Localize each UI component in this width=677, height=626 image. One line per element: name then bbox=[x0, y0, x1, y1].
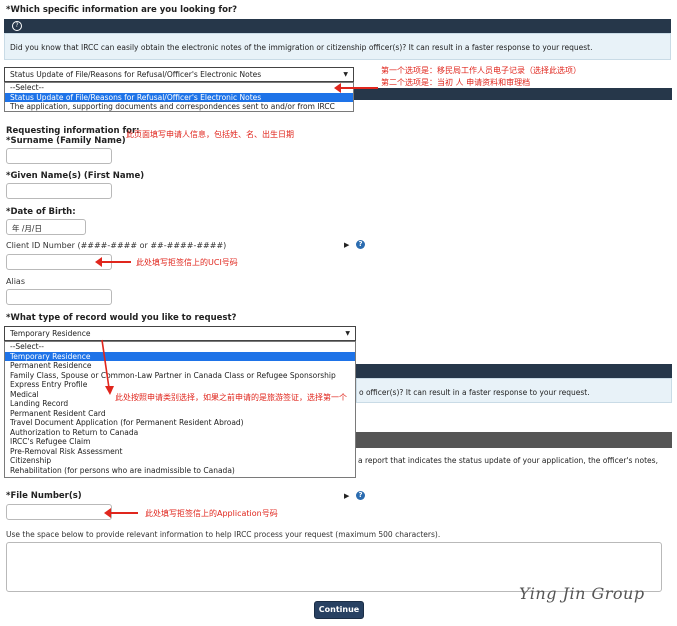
record-type-heading: *What type of record would you like to r… bbox=[6, 313, 237, 323]
record-type-select-value: Temporary Residence bbox=[10, 329, 91, 338]
dropdown-option[interactable]: --Select-- bbox=[5, 342, 355, 352]
info-text-behind: o officer(s)? It can result in a faster … bbox=[359, 388, 590, 397]
file-number-input[interactable] bbox=[6, 504, 112, 520]
given-name-label: *Given Name(s) (First Name) bbox=[6, 171, 145, 181]
record-type-select[interactable]: Temporary Residence ▼ bbox=[4, 326, 356, 341]
section-bar-behind bbox=[356, 432, 672, 448]
specific-info-select-value: Status Update of File/Reasons for Refusa… bbox=[10, 70, 262, 79]
dropdown-option[interactable]: Permanent Resident Card bbox=[5, 409, 355, 419]
dropdown-option[interactable]: Pre-Removal Risk Assessment bbox=[5, 447, 355, 457]
help-icon[interactable]: ? bbox=[356, 240, 365, 249]
header-bar-behind bbox=[354, 88, 672, 100]
annotation-arrow-icon bbox=[104, 508, 138, 518]
annotation-option2: 第二个选项是：当初 人 申请资料和审理档 bbox=[381, 78, 531, 87]
info-text: Did you know that IRCC can easily obtain… bbox=[10, 43, 593, 52]
expand-triangle-icon[interactable]: ▶ bbox=[344, 492, 349, 500]
dropdown-option[interactable]: The application, supporting documents an… bbox=[5, 102, 353, 112]
chevron-down-icon: ▼ bbox=[343, 71, 348, 78]
expand-triangle-icon[interactable]: ▶ bbox=[344, 241, 349, 249]
dropdown-option[interactable]: Permanent Residence bbox=[5, 361, 355, 371]
alias-input[interactable] bbox=[6, 289, 112, 305]
dropdown-option[interactable]: IRCC's Refugee Claim bbox=[5, 437, 355, 447]
chevron-down-icon: ▼ bbox=[345, 330, 350, 337]
dropdown-option[interactable]: Express Entry Profile bbox=[5, 380, 355, 390]
brand-watermark: Ying Jin Group bbox=[519, 584, 645, 603]
dropdown-option[interactable]: Authorization to Return to Canada bbox=[5, 428, 355, 438]
requesting-label: Requesting information for: bbox=[6, 126, 140, 136]
annotation-arrow-icon bbox=[101, 339, 114, 395]
dropdown-option-selected[interactable]: Temporary Residence bbox=[5, 351, 355, 361]
dob-placeholder: 年 /月/日 bbox=[12, 224, 42, 233]
dob-input[interactable]: 年 /月/日 bbox=[6, 219, 86, 235]
alias-label: Alias bbox=[6, 277, 25, 286]
record-type-dropdown[interactable]: --Select-- Temporary Residence Permanent… bbox=[4, 341, 356, 478]
request-instructions: Use the space below to provide relevant … bbox=[6, 530, 441, 539]
specific-info-dropdown[interactable]: --Select-- Status Update of File/Reasons… bbox=[4, 82, 354, 112]
dropdown-option[interactable]: Rehabilitation (for persons who are inad… bbox=[5, 466, 355, 476]
continue-button[interactable]: Continue bbox=[314, 601, 364, 619]
surname-input[interactable] bbox=[6, 148, 112, 164]
info-header-bar: ? bbox=[4, 19, 671, 33]
specific-info-select[interactable]: Status Update of File/Reasons for Refusa… bbox=[4, 67, 354, 82]
annotation-uci: 此处填写拒签信上的UCI号码 bbox=[136, 258, 238, 267]
info-box: Did you know that IRCC can easily obtain… bbox=[4, 33, 671, 60]
annotation-arrow-icon bbox=[334, 83, 378, 93]
specific-info-heading: *Which specific information are you look… bbox=[6, 5, 238, 15]
dropdown-option-selected[interactable]: Status Update of File/Reasons for Refusa… bbox=[5, 92, 353, 102]
info-box-behind: o officer(s)? It can result in a faster … bbox=[356, 378, 672, 403]
help-icon[interactable]: ? bbox=[356, 491, 365, 500]
annotation-file-number: 此处填写拒签信上的Application号码 bbox=[145, 509, 278, 518]
surname-label: *Surname (Family Name) bbox=[6, 136, 126, 146]
dropdown-option[interactable]: Travel Document Application (for Permane… bbox=[5, 418, 355, 428]
annotation-arrow-icon bbox=[95, 257, 131, 267]
annotation-option1: 第一个选项是：移民局工作人员电子记录（选择此选项） bbox=[381, 66, 581, 75]
info-icon: ? bbox=[12, 21, 22, 31]
annotation-applicant: 此页面填写申请人信息，包括姓、名、出生日期 bbox=[126, 130, 294, 139]
dropdown-option[interactable]: Family Class, Spouse or Common-Law Partn… bbox=[5, 371, 355, 381]
dropdown-option[interactable]: Citizenship bbox=[5, 456, 355, 466]
dropdown-option[interactable]: --Select-- bbox=[5, 83, 353, 93]
file-number-label: *File Number(s) bbox=[6, 491, 82, 501]
given-name-input[interactable] bbox=[6, 183, 112, 199]
dob-label: *Date of Birth: bbox=[6, 207, 76, 217]
status-text-behind: a report that indicates the status updat… bbox=[358, 456, 658, 465]
header-bar-behind bbox=[356, 364, 672, 378]
annotation-record-type: 此处按照申请类别选择，如果之前申请的是旅游签证，选择第一个 bbox=[115, 393, 347, 402]
client-id-label: Client ID Number (####-#### or ##-####-#… bbox=[6, 241, 227, 250]
